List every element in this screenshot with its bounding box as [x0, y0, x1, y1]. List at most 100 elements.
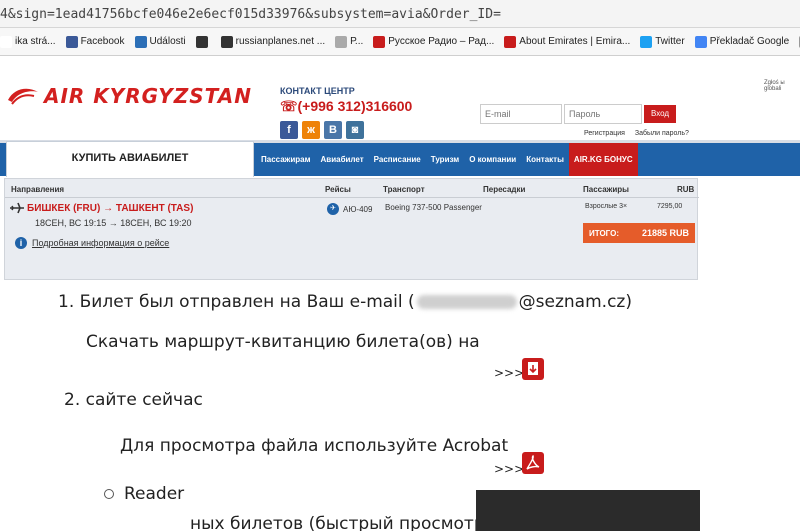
arrows-download: >>>: [494, 366, 525, 380]
bookmark-label: Русское Радио – Рад...: [388, 36, 495, 47]
nav-items: Пассажирам Авиабилет Расписание Туризм О…: [256, 143, 638, 176]
header-flights: Рейсы: [325, 185, 351, 194]
flight-details-link[interactable]: i Подробная информация о рейсе: [15, 237, 169, 249]
bookmark-label: About Emirates | Emira...: [519, 36, 631, 47]
divider: [5, 197, 699, 198]
main-nav: КУПИТЬ АВИАБИЛЕТ Пассажирам Авиабилет Ра…: [0, 140, 800, 177]
odnoklassniki-icon[interactable]: ж: [302, 121, 320, 139]
download-icon[interactable]: [522, 358, 544, 380]
social-links: f ж B ◙: [280, 121, 412, 139]
bookmark-icon: [65, 35, 78, 48]
logo[interactable]: AIR KYRGYZSTAN: [6, 84, 252, 108]
bookmark-item[interactable]: Facebook: [65, 35, 125, 48]
bookmark-item[interactable]: ika strá...: [0, 35, 56, 48]
download-receipt-text: Скачать маршрут-квитанцию билета(ов) на: [86, 332, 480, 352]
bookmark-icon: [195, 35, 208, 48]
redacted-email: [416, 295, 517, 309]
contact-title: КОНТАКТ ЦЕНТР: [280, 86, 355, 96]
bookmark-icon: [134, 35, 147, 48]
bookmark-item[interactable]: Překladač Google: [694, 35, 790, 48]
bookmark-label: Události: [149, 36, 186, 47]
bullet-icon: [104, 489, 114, 499]
login-form: Вход: [480, 104, 677, 124]
vkontakte-icon[interactable]: B: [324, 121, 342, 139]
url-text: 4&sign=1ead41756bcfe046e2e6ecf015d33976&…: [0, 7, 501, 22]
flight-dates: 18СЕН, ВС 19:15 → 18СЕН, ВС 19:20: [35, 218, 192, 228]
total-badge: ИТОГО: 21885 RUB: [583, 223, 695, 243]
email-sent-line: 1. Билет был отправлен на Ваш e-mail (@s…: [58, 292, 632, 312]
site-header: AIR KYRGYZSTAN КОНТАКТ ЦЕНТР ☏(+996 312)…: [0, 56, 800, 140]
email-sent-text: 1. Билет был отправлен на Ваш e-mail: [58, 292, 403, 312]
viewer-toolbar: [476, 490, 700, 531]
bookmark-label: Р...: [350, 36, 364, 47]
bookmark-icon: [0, 35, 12, 48]
details-label: Подробная информация о рейсе: [32, 238, 170, 248]
bookmark-item[interactable]: russianplanes.net ...: [220, 35, 326, 48]
email-domain: @seznam.cz): [518, 292, 632, 312]
bookmark-icon: [504, 35, 517, 48]
flight-number: ✈ АЮ-409: [327, 203, 372, 215]
header-transfers: Пересадки: [483, 185, 526, 194]
bookmarks-bar: ika strá... Facebook Události russianplanes…: [0, 28, 800, 56]
bookmark-item[interactable]: About Emirates | Emira...: [504, 35, 631, 48]
register-link[interactable]: Регистрация: [584, 130, 625, 137]
phone-number: (+996 312)316600: [297, 98, 413, 114]
tab-buy-ticket[interactable]: КУПИТЬ АВИАБИЛЕТ: [6, 141, 254, 177]
nav-item-passengers[interactable]: Пассажирам: [256, 143, 316, 176]
bookmark-item[interactable]: Р...: [335, 35, 364, 48]
nav-item-about[interactable]: О компании: [464, 143, 521, 176]
passenger-count: Взрослые 3×: [585, 203, 628, 210]
bookmark-label: Překladač Google: [709, 36, 790, 47]
download-file-icon: [528, 362, 538, 375]
nav-item-tourism[interactable]: Туризм: [426, 143, 464, 176]
reader-text: Reader: [124, 484, 185, 504]
airplane-icon: [10, 202, 24, 214]
bookmark-label: Facebook: [80, 36, 125, 47]
phone-icon: ☏: [280, 98, 298, 114]
airline-icon: ✈: [327, 203, 339, 215]
contact-center: КОНТАКТ ЦЕНТР ☏(+996 312)316600 f ж B ◙: [280, 86, 412, 139]
total-label: ИТОГО:: [589, 228, 619, 238]
site-now-text: 2. сайте сейчас: [64, 390, 203, 410]
password-field[interactable]: [564, 104, 642, 124]
acrobat-icon[interactable]: [522, 452, 544, 474]
bookmark-icon: [694, 35, 707, 48]
passenger-price: 7295,00: [657, 203, 683, 210]
facebook-icon[interactable]: f: [280, 121, 298, 139]
instagram-icon[interactable]: ◙: [346, 121, 364, 139]
route: БИШКЕК (FRU) → ТАШКЕНТ (TAS): [27, 203, 194, 214]
header-direction: Направления: [11, 185, 65, 194]
pdf-icon: [526, 454, 540, 470]
reader-item: Reader: [104, 484, 184, 504]
quick-view-text: ных билетов (быстрый просмотр):: [190, 514, 497, 531]
nav-item-contacts[interactable]: Контакты: [521, 143, 569, 176]
login-button[interactable]: Вход: [644, 105, 677, 123]
logo-text: AIR KYRGYZSTAN: [44, 84, 252, 108]
arrows-acrobat: >>>: [494, 462, 525, 476]
header-passengers: Пассажиры: [583, 185, 629, 194]
flight-number-text: АЮ-409: [343, 204, 373, 214]
side-note: Zgłoś ы globali: [764, 80, 785, 92]
login-links: Регистрация Забыли пароль?: [584, 130, 697, 137]
bookmark-label: russianplanes.net ...: [235, 36, 326, 47]
bookmark-item[interactable]: Twitter: [640, 35, 685, 48]
aircraft: Boeing 737-500 Passenger: [385, 203, 482, 212]
info-icon: i: [15, 237, 27, 249]
nav-item-bonus[interactable]: AIR.KG БОНУС: [568, 143, 638, 176]
flight-summary: Направления Рейсы Транспорт Пересадки Па…: [4, 178, 699, 280]
header-currency: RUB: [677, 185, 695, 194]
email-field[interactable]: [480, 104, 562, 124]
forgot-password-link[interactable]: Забыли пароль?: [635, 130, 689, 137]
logo-swirl-icon: [8, 88, 38, 105]
nav-item-tickets[interactable]: Авиабилет: [316, 143, 369, 176]
address-bar[interactable]: 4&sign=1ead41756bcfe046e2e6ecf015d33976&…: [0, 0, 800, 28]
bookmark-item[interactable]: [195, 35, 211, 48]
nav-item-schedule[interactable]: Расписание: [369, 143, 426, 176]
total-amount: 21885 RUB: [641, 228, 689, 238]
bookmark-icon: [220, 35, 233, 48]
bookmark-icon: [640, 35, 653, 48]
header-transport: Транспорт: [383, 185, 425, 194]
bookmark-icon: [335, 35, 348, 48]
bookmark-item[interactable]: Русское Радио – Рад...: [373, 35, 495, 48]
bookmark-item[interactable]: Události: [134, 35, 186, 48]
